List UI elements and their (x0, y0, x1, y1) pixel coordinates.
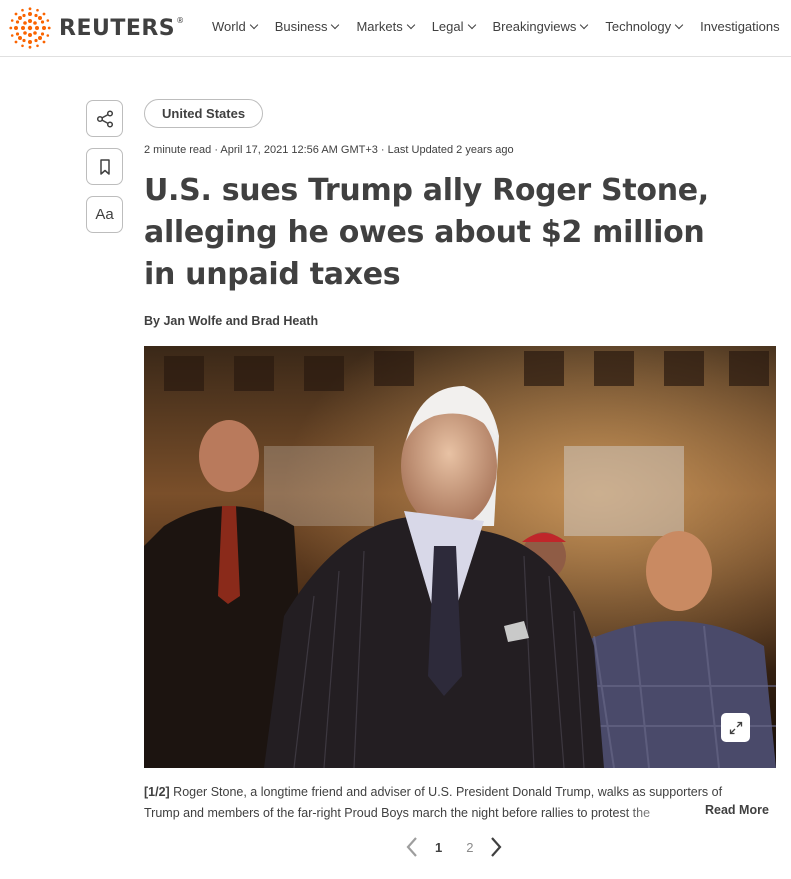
article-meta: 2 minute read · April 17, 2021 12:56 AM … (144, 144, 514, 156)
next-photo-button[interactable] (485, 834, 507, 860)
nav-item-breakingviews[interactable]: Breakingviews (493, 19, 589, 34)
nav-item-markets[interactable]: Markets (356, 19, 415, 34)
chevron-down-icon (674, 20, 684, 29)
nav-item-investigations[interactable]: Investigations (700, 19, 780, 34)
nav-item-world[interactable]: World (212, 19, 258, 34)
text-size-button[interactable]: Aa (86, 196, 123, 233)
byline[interactable]: By Jan Wolfe and Brad Heath (144, 314, 318, 328)
photo-caption: [1/2] Roger Stone, a longtime friend and… (144, 782, 776, 824)
expand-icon (729, 721, 742, 734)
page-1[interactable]: 1 (435, 840, 442, 855)
site-header: REUTERS® World Business Markets Legal Br… (0, 0, 791, 57)
nav-item-technology[interactable]: Technology (605, 19, 684, 34)
gallery-pager: 1 2 (401, 834, 507, 860)
read-more-button[interactable]: Read More (705, 803, 769, 817)
lead-photo-image (144, 346, 776, 768)
chevron-down-icon (406, 20, 415, 29)
lead-photo[interactable] (144, 346, 776, 768)
chevron-down-icon (580, 20, 589, 29)
chevron-left-icon (406, 837, 417, 857)
section-tag[interactable]: United States (144, 99, 264, 128)
expand-photo-button[interactable] (721, 713, 750, 742)
share-button[interactable] (86, 100, 123, 137)
bookmark-button[interactable] (86, 148, 123, 185)
main-nav: World Business Markets Legal Breakingvie… (212, 19, 791, 34)
share-icon (96, 109, 113, 128)
caption-text-line2: Trump and members of the far-right Proud… (144, 806, 651, 820)
reuters-logo-icon (9, 7, 51, 49)
chevron-down-icon (249, 20, 258, 29)
nav-item-business[interactable]: Business (275, 19, 340, 34)
caption-counter: [1/2] (144, 785, 170, 799)
article-headline: U.S. sues Trump ally Roger Stone, allegi… (144, 173, 709, 292)
page-2[interactable]: 2 (466, 840, 473, 855)
bookmark-icon (99, 158, 110, 175)
chevron-right-icon (491, 837, 502, 857)
caption-text-line1: Roger Stone, a longtime friend and advis… (169, 785, 723, 799)
chevron-down-icon (331, 20, 340, 29)
reuters-logo[interactable]: REUTERS® (9, 7, 185, 49)
chevron-down-icon (467, 20, 476, 29)
nav-item-legal[interactable]: Legal (432, 19, 476, 34)
text-size-label: Aa (95, 206, 114, 223)
brand-name: REUTERS® (59, 15, 185, 41)
prev-photo-button[interactable] (401, 834, 423, 860)
